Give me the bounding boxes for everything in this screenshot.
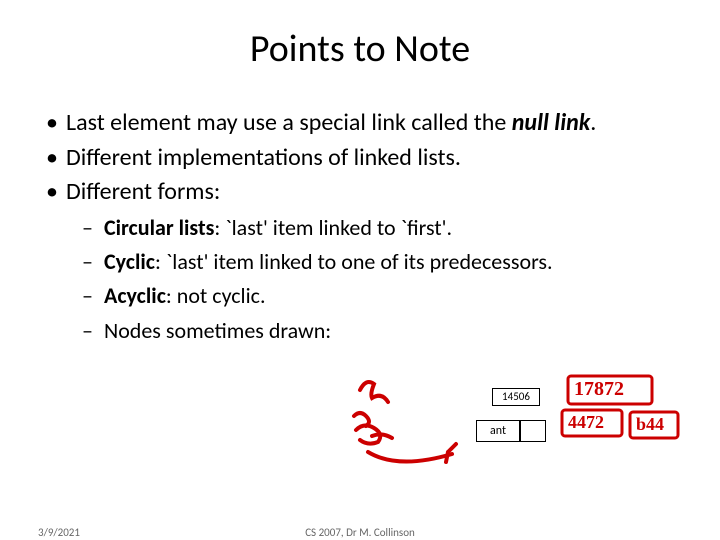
footer-date: 3/9/2021 (38, 526, 80, 539)
bullet-1-pre: Last element may use a special link call… (66, 108, 512, 137)
sub-2-label: Cyclic (104, 248, 155, 275)
handwriting-top-right: 17872 (574, 378, 624, 401)
bullet-2: Different implementations of linked list… (40, 143, 680, 174)
sub-4: Nodes sometimes drawn: (80, 317, 680, 345)
footer-center: CS 2007, Dr M. Collinson (305, 526, 415, 539)
sub-3: Acyclic: not cyclic. (80, 282, 680, 310)
node-bottom-pointer-box (520, 420, 546, 442)
bullet-1-emph: null link (512, 108, 591, 137)
handwriting-mid-right: 4472 (568, 412, 604, 433)
bullet-list: Last element may use a special link call… (40, 108, 680, 345)
node-top-box: 14506 (492, 388, 540, 406)
sub-1-rest: : `last' item linked to `first'. (214, 214, 452, 241)
sub-3-rest: : not cyclic. (166, 282, 266, 309)
node-bottom-box: ant (476, 420, 520, 442)
sub-1: Circular lists: `last' item linked to `f… (80, 214, 680, 242)
sub-2: Cyclic: `last' item linked to one of its… (80, 248, 680, 276)
sub-bullet-list: Circular lists: `last' item linked to `f… (80, 214, 680, 345)
sub-2-rest: : `last' item linked to one of its prede… (155, 248, 553, 275)
bullet-1-post: . (590, 108, 596, 137)
bullet-3: Different forms: Circular lists: `last' … (40, 177, 680, 344)
bullet-1: Last element may use a special link call… (40, 108, 680, 139)
slide-title: Points to Note (40, 26, 680, 72)
sub-3-label: Acyclic (104, 282, 166, 309)
sub-1-label: Circular lists (104, 214, 214, 241)
handwriting-bot-right: b44 (636, 414, 664, 435)
slide: Points to Note Last element may use a sp… (0, 0, 720, 540)
bullet-3-text: Different forms: (66, 177, 220, 206)
